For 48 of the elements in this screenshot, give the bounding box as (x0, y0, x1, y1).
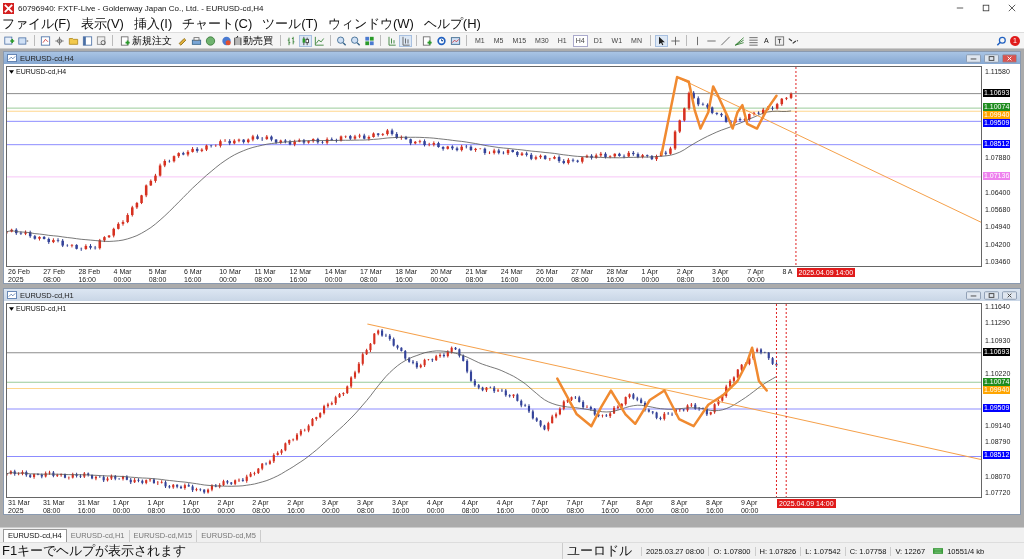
bar-chart-icon[interactable] (286, 35, 297, 46)
autoscroll-icon[interactable] (400, 35, 411, 46)
menu-item[interactable]: ファイル(F) (2, 16, 71, 32)
template-icon[interactable] (450, 35, 461, 46)
restore-icon[interactable] (984, 53, 999, 63)
minimize-icon[interactable] (956, 4, 964, 12)
fan-icon[interactable] (733, 35, 745, 46)
zoom-in-icon[interactable] (336, 35, 347, 46)
zoom-out-icon[interactable] (350, 35, 361, 46)
minimize-icon[interactable] (966, 290, 981, 300)
cursor-icon[interactable] (655, 35, 667, 46)
close-icon[interactable] (1002, 53, 1017, 63)
menu-item[interactable]: ツール(T) (262, 16, 318, 32)
minimize-icon[interactable] (966, 53, 981, 63)
menu-item[interactable]: 表示(V) (80, 16, 124, 32)
document-plus-icon (120, 35, 131, 46)
menu-item[interactable]: ウィンドウ(W) (327, 16, 414, 32)
tile-windows-icon[interactable] (364, 35, 375, 46)
maximize-icon[interactable] (982, 4, 990, 12)
status-help-text: F1キーでヘルプが表示されます (1, 543, 188, 559)
restore-icon[interactable] (984, 290, 999, 300)
trend-line-icon[interactable] (719, 35, 731, 46)
line-chart-icon[interactable] (314, 35, 325, 46)
dropdown-triangle-icon[interactable] (9, 306, 14, 311)
menu-item[interactable]: 挿入(I) (133, 16, 173, 32)
chart-window-icon (7, 291, 17, 299)
chart-shift-icon[interactable] (386, 35, 397, 46)
menu-item[interactable]: ヘルプ(H) (423, 16, 481, 32)
market-watch-icon[interactable] (40, 35, 51, 46)
indicator-add-icon[interactable] (422, 35, 433, 46)
window-icon[interactable] (82, 35, 93, 46)
close-icon[interactable] (1008, 4, 1016, 12)
text-label-icon[interactable] (773, 35, 785, 46)
clock-icon[interactable] (436, 35, 447, 46)
crosshair-icon[interactable] (669, 35, 681, 46)
crosshair-move-icon[interactable] (54, 35, 65, 46)
candlestick-icon[interactable] (300, 35, 311, 46)
window-title: 60796940: FXTF-Live - Goldenway Japan Co., Ltd. - EURUSD-cd,H4 (18, 3, 264, 13)
printer-icon[interactable] (191, 35, 202, 46)
menu-item[interactable]: チャート(C) (182, 16, 253, 32)
search-icon[interactable] (996, 35, 1007, 46)
auto-trading-button[interactable]: 自動売買 (219, 34, 275, 47)
new-order-button[interactable]: 新規注文 (118, 34, 174, 47)
arrows-icon[interactable] (787, 35, 799, 46)
chart-window-icon (7, 54, 17, 62)
close-icon[interactable] (1002, 290, 1017, 300)
new-chart-icon[interactable] (4, 35, 15, 46)
dropdown-triangle-icon[interactable] (9, 69, 14, 74)
